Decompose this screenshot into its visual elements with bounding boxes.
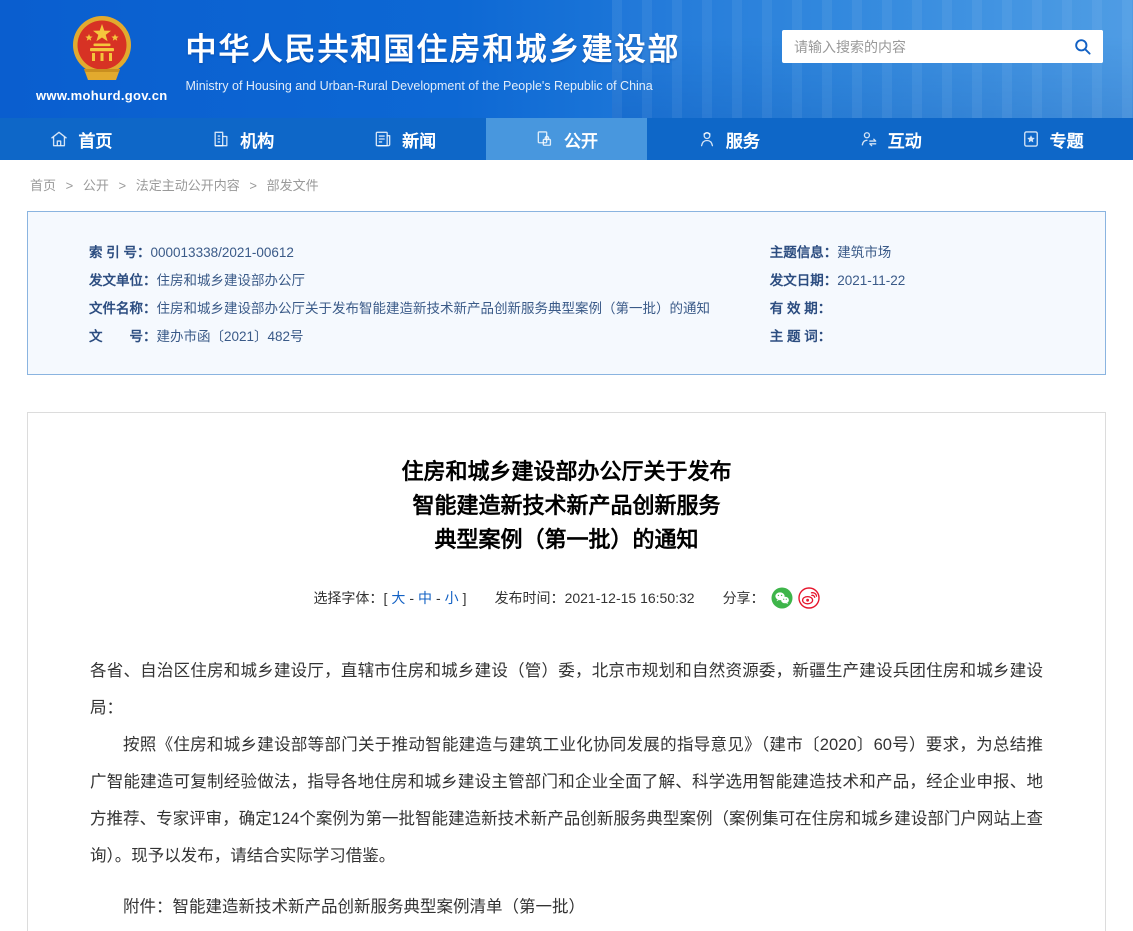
special-topic-icon [1021, 129, 1041, 149]
nav-item-news[interactable]: 新闻 [324, 118, 486, 160]
info-row-validity: 有 效 期： [770, 295, 1105, 323]
info-label: 发文日期： [770, 273, 838, 288]
search-box [782, 30, 1103, 63]
breadcrumb-disclosure[interactable]: 公开 [83, 178, 109, 193]
disclosure-icon [535, 129, 555, 149]
info-label: 文 号： [89, 329, 157, 344]
font-size-small-button[interactable]: 小 [445, 588, 459, 608]
breadcrumb-current-page: 部发文件 [267, 178, 319, 193]
breadcrumb-separator: > [119, 178, 127, 193]
info-row-issuing-unit: 发文单位：住房和城乡建设部办公厅 [89, 267, 770, 295]
share-weibo-button[interactable] [798, 587, 820, 609]
nav-label: 互动 [888, 127, 922, 152]
news-icon [373, 129, 393, 149]
article-paragraph-recipients: 各省、自治区住房和城乡建设厅，直辖市住房和城乡建设（管）委，北京市规划和自然资源… [90, 653, 1043, 727]
info-label: 主题信息： [770, 245, 838, 260]
info-value: 住房和城乡建设部办公厅 [157, 273, 306, 288]
search-icon [1073, 37, 1092, 56]
article-attachment-line: 附件：智能建造新技术新产品创新服务典型案例清单（第一批） [90, 889, 1043, 926]
document-info-box: 索 引 号：000013338/2021-00612 发文单位：住房和城乡建设部… [27, 211, 1106, 375]
info-value: 住房和城乡建设部办公厅关于发布智能建造新技术新产品创新服务典型案例（第一批）的通… [157, 301, 711, 316]
info-row-issue-date: 发文日期：2021-11-22 [770, 267, 1105, 295]
bracket: ] [463, 590, 467, 606]
info-value: 建办市函〔2021〕482号 [157, 329, 304, 344]
nav-item-disclosure[interactable]: 公开 [486, 118, 648, 160]
separator: - [436, 590, 441, 606]
breadcrumb-home[interactable]: 首页 [30, 178, 56, 193]
info-label: 索 引 号： [89, 245, 151, 260]
nav-label: 机构 [240, 127, 274, 152]
share-wechat-button[interactable] [771, 587, 793, 609]
article-title: 住房和城乡建设部办公厅关于发布 智能建造新技术新产品创新服务 典型案例（第一批）… [63, 455, 1070, 557]
nav-item-organization[interactable]: 机构 [162, 118, 324, 160]
breadcrumb-separator: > [249, 178, 257, 193]
info-value: 000013338/2021-00612 [151, 245, 294, 260]
nav-label: 首页 [78, 127, 112, 152]
interaction-icon [859, 129, 879, 149]
search-button[interactable] [1061, 30, 1103, 63]
main-nav: 首页 机构 新闻 公开 服务 互动 专题 [0, 118, 1133, 160]
publish-time-value: 2021-12-15 16:50:32 [565, 590, 695, 606]
site-title-english: Ministry of Housing and Urban-Rural Deve… [186, 79, 681, 93]
info-label: 文件名称： [89, 301, 157, 316]
home-icon [49, 129, 69, 149]
article-toolbar: 选择字体： [ 大 - 中 - 小 ] 发布时间： 2021-12-15 16:… [63, 587, 1070, 609]
article-container: 住房和城乡建设部办公厅关于发布 智能建造新技术新产品创新服务 典型案例（第一批）… [27, 412, 1106, 931]
article-paragraph-main: 按照《住房和城乡建设部等部门关于推动智能建造与建筑工业化协同发展的指导意见》（建… [90, 727, 1043, 875]
article-title-line: 住房和城乡建设部办公厅关于发布 [63, 455, 1070, 489]
wechat-icon [771, 587, 793, 609]
site-header: www.mohurd.gov.cn 中华人民共和国住房和城乡建设部 Minist… [0, 0, 1133, 118]
weibo-icon [798, 587, 820, 609]
publish-time-label: 发布时间： [495, 588, 565, 608]
info-label: 有 效 期： [770, 301, 832, 316]
organization-icon [211, 129, 231, 149]
nav-label: 服务 [726, 127, 760, 152]
font-size-medium-button[interactable]: 中 [418, 588, 432, 608]
search-input[interactable] [782, 39, 1061, 55]
font-size-large-button[interactable]: 大 [391, 588, 405, 608]
site-url: www.mohurd.gov.cn [36, 88, 168, 103]
article-title-line: 智能建造新技术新产品创新服务 [63, 489, 1070, 523]
nav-label: 专题 [1050, 127, 1084, 152]
nav-item-interaction[interactable]: 互动 [809, 118, 971, 160]
share-label: 分享： [723, 588, 765, 608]
nav-item-service[interactable]: 服务 [647, 118, 809, 160]
font-size-label: 选择字体： [313, 588, 383, 608]
site-title: 中华人民共和国住房和城乡建设部 [186, 24, 681, 69]
info-row-topic-info: 主题信息：建筑市场 [770, 239, 1105, 267]
breadcrumb-separator: > [66, 178, 74, 193]
national-emblem-icon [69, 12, 135, 86]
info-row-document-number: 文 号：建办市函〔2021〕482号 [89, 323, 770, 351]
info-value: 2021-11-22 [837, 273, 905, 288]
site-logo-link[interactable]: www.mohurd.gov.cn 中华人民共和国住房和城乡建设部 Minist… [36, 12, 736, 103]
nav-label: 公开 [564, 127, 598, 152]
bracket: [ [383, 590, 387, 606]
info-label: 主 题 词： [770, 329, 832, 344]
nav-item-special-topic[interactable]: 专题 [971, 118, 1133, 160]
service-icon [697, 129, 717, 149]
article-title-line: 典型案例（第一批）的通知 [63, 523, 1070, 557]
info-value: 建筑市场 [837, 245, 891, 260]
separator: - [409, 590, 414, 606]
info-row-document-name: 文件名称：住房和城乡建设部办公厅关于发布智能建造新技术新产品创新服务典型案例（第… [89, 295, 770, 323]
info-row-keywords: 主 题 词： [770, 323, 1105, 351]
nav-item-home[interactable]: 首页 [0, 118, 162, 160]
info-row-index-number: 索 引 号：000013338/2021-00612 [89, 239, 770, 267]
breadcrumb-statutory-disclosure[interactable]: 法定主动公开内容 [136, 178, 240, 193]
breadcrumb: 首页 > 公开 > 法定主动公开内容 > 部发文件 [0, 160, 1133, 207]
nav-label: 新闻 [402, 127, 436, 152]
article-body: 各省、自治区住房和城乡建设厅，直辖市住房和城乡建设（管）委，北京市规划和自然资源… [90, 653, 1043, 931]
info-label: 发文单位： [89, 273, 157, 288]
